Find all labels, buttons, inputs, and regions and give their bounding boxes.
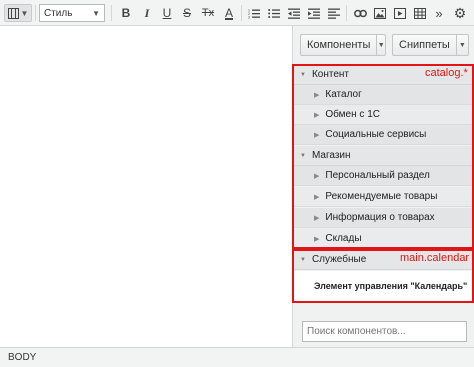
group-label: Магазин — [311, 150, 351, 161]
indent-icon — [308, 8, 320, 19]
item-label: Рекомендуемые товары — [325, 191, 438, 202]
list-item[interactable]: ▶ Рекомендуемые товары — [294, 187, 472, 207]
chevron-down-icon: ▼ — [20, 8, 29, 18]
underline-button[interactable]: U — [159, 4, 175, 22]
italic-button[interactable]: I — [139, 4, 155, 22]
double-chevron-right-icon: » — [435, 5, 443, 21]
list-item[interactable]: ▶ Обмен с 1С — [294, 105, 472, 125]
text-color-icon: A — [224, 6, 233, 20]
settings-button[interactable]: ⚙ — [452, 4, 468, 22]
chevron-down-icon: ▼ — [300, 152, 306, 159]
list-item[interactable]: ▶ Персональный раздел — [294, 166, 472, 186]
video-icon — [394, 7, 406, 19]
indent-button[interactable] — [306, 4, 322, 22]
item-label: Элемент управления "Календарь" — [314, 281, 468, 291]
chevron-right-icon: ▶ — [314, 111, 320, 119]
bold-icon: B — [121, 6, 131, 20]
strikethrough-icon: S — [182, 6, 191, 20]
item-label: Социальные сервисы — [325, 129, 427, 140]
toolbar-divider — [346, 5, 347, 21]
annotation-label-calendar: main.calendar — [400, 252, 470, 264]
item-label: Информация о товарах — [325, 212, 435, 223]
link-icon — [353, 9, 367, 17]
ordered-list-icon: 1 2 3 — [248, 8, 260, 19]
link-button[interactable] — [352, 4, 368, 22]
outdent-icon — [288, 8, 300, 19]
chevron-right-icon: ▶ — [314, 172, 320, 180]
chevron-right-icon: ▶ — [314, 193, 320, 201]
gear-icon: ⚙ — [453, 4, 467, 21]
list-item[interactable]: Элемент управления "Календарь" — [294, 271, 472, 301]
style-select[interactable]: Стиль ▼ — [39, 4, 105, 22]
table-icon — [414, 7, 426, 19]
style-select-value: Стиль — [44, 7, 73, 19]
item-label: Каталог — [325, 89, 362, 100]
group-header-shop[interactable]: ▼ Магазин — [294, 146, 472, 166]
list-item[interactable]: ▶ Информация о товарах — [294, 208, 472, 228]
chevron-down-icon: ▼ — [300, 256, 306, 263]
align-button[interactable] — [326, 4, 342, 22]
item-label: Склады — [325, 233, 362, 244]
unordered-list-button[interactable] — [266, 4, 282, 22]
chevron-right-icon: ▶ — [314, 131, 320, 139]
component-search-input[interactable] — [302, 321, 467, 342]
view-mode-icon — [7, 7, 19, 19]
image-icon — [374, 7, 386, 19]
group-label: Контент — [311, 69, 349, 80]
toolbar-divider — [241, 5, 242, 21]
insert-table-button[interactable] — [412, 4, 428, 22]
unordered-list-icon — [268, 8, 280, 18]
element-path[interactable]: BODY — [8, 352, 36, 363]
snippets-button-label: Сниппеты — [399, 39, 450, 51]
align-left-icon — [328, 8, 340, 19]
components-button[interactable]: Компоненты ▼ — [300, 34, 386, 56]
toolbar-divider — [111, 5, 112, 21]
chevron-right-icon: ▶ — [314, 214, 320, 222]
editor-toolbar: ▼ Стиль ▼ B I U S Tx A 1 2 3 » ⚙ — [0, 0, 474, 26]
list-item[interactable]: ▶ Каталог — [294, 85, 472, 105]
ordered-list-button[interactable]: 1 2 3 — [246, 4, 262, 22]
text-color-button[interactable]: A — [221, 4, 237, 22]
chevron-down-icon: ▼ — [300, 71, 306, 78]
more-button[interactable]: » — [432, 4, 446, 22]
remove-format-button[interactable]: Tx — [199, 4, 217, 22]
insert-video-button[interactable] — [392, 4, 408, 22]
italic-icon: I — [144, 5, 150, 20]
group-label: Служебные — [311, 254, 367, 265]
outdent-button[interactable] — [286, 4, 302, 22]
chevron-right-icon: ▶ — [314, 235, 320, 243]
strikethrough-button[interactable]: S — [179, 4, 195, 22]
insert-image-button[interactable] — [372, 4, 388, 22]
toolbar-divider — [35, 5, 36, 21]
svg-text:3: 3 — [248, 15, 250, 19]
chevron-down-icon[interactable]: ▼ — [455, 35, 468, 55]
view-mode-button[interactable]: ▼ — [4, 4, 32, 22]
chevron-down-icon[interactable]: ▼ — [376, 35, 385, 55]
editor-content-area[interactable] — [0, 26, 292, 347]
list-item[interactable]: ▶ Социальные сервисы — [294, 125, 472, 145]
list-item[interactable]: ▶ Склады — [294, 229, 472, 249]
chevron-down-icon: ▼ — [92, 9, 100, 18]
remove-format-icon: Tx — [201, 7, 215, 19]
status-bar: BODY — [0, 347, 474, 367]
bold-button[interactable]: B — [118, 4, 134, 22]
chevron-right-icon: ▶ — [314, 91, 320, 99]
item-label: Персональный раздел — [325, 170, 430, 181]
components-button-label: Компоненты — [307, 39, 371, 51]
annotation-label-catalog: catalog.* — [425, 67, 468, 79]
item-label: Обмен с 1С — [325, 109, 380, 120]
snippets-button[interactable]: Сниппеты ▼ — [392, 34, 469, 56]
underline-icon: U — [162, 6, 172, 20]
